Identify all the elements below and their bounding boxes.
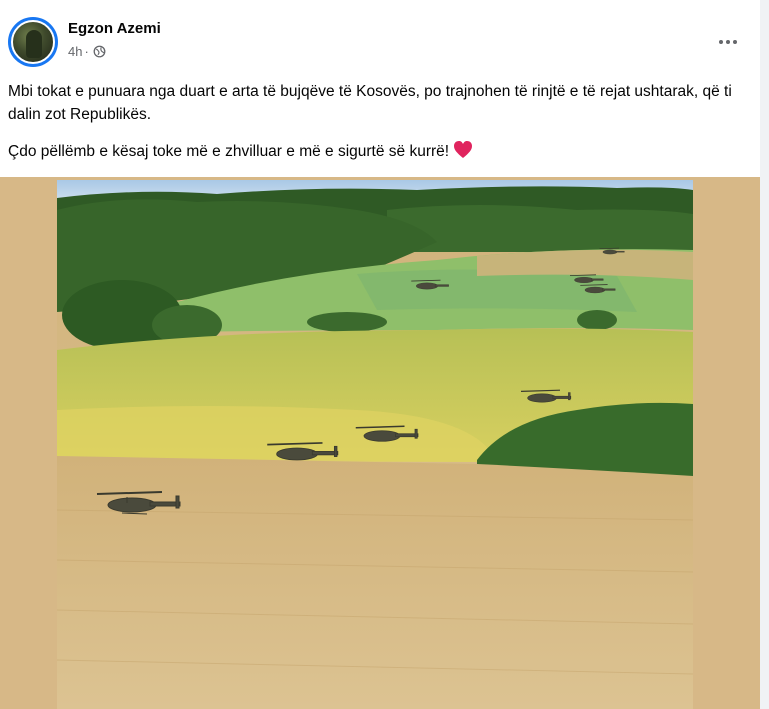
post-time[interactable]: 4h — [68, 44, 82, 59]
photo-illustration — [57, 180, 693, 709]
globe-icon[interactable] — [93, 45, 106, 58]
helicopters-over-fields-photo[interactable] — [57, 180, 693, 709]
author-name[interactable]: Egzon Azemi — [68, 20, 161, 37]
post-paragraph-1: Mbi tokat e punuara nga duart e arta të … — [8, 83, 732, 123]
post-card: Egzon Azemi 4h · Mbi tokat e punuara nga… — [0, 0, 760, 709]
post-meta: 4h · — [68, 44, 106, 59]
avatar-image — [11, 20, 55, 64]
avatar[interactable] — [8, 17, 58, 67]
meta-separator: · — [84, 44, 89, 59]
more-options-icon — [719, 40, 737, 44]
post-paragraph-2-line: Çdo pëllëmb e kësaj toke më e zhvilluar … — [8, 140, 752, 163]
post-paragraph-2: Çdo pëllëmb e kësaj toke më e zhvilluar … — [8, 143, 450, 160]
post-media[interactable] — [0, 177, 760, 709]
post-text: Mbi tokat e punuara nga duart e arta të … — [8, 80, 752, 177]
more-options-button[interactable] — [710, 24, 746, 60]
red-heart-icon — [454, 141, 473, 158]
post-header: Egzon Azemi 4h · — [8, 14, 752, 74]
feed-background — [760, 0, 769, 709]
